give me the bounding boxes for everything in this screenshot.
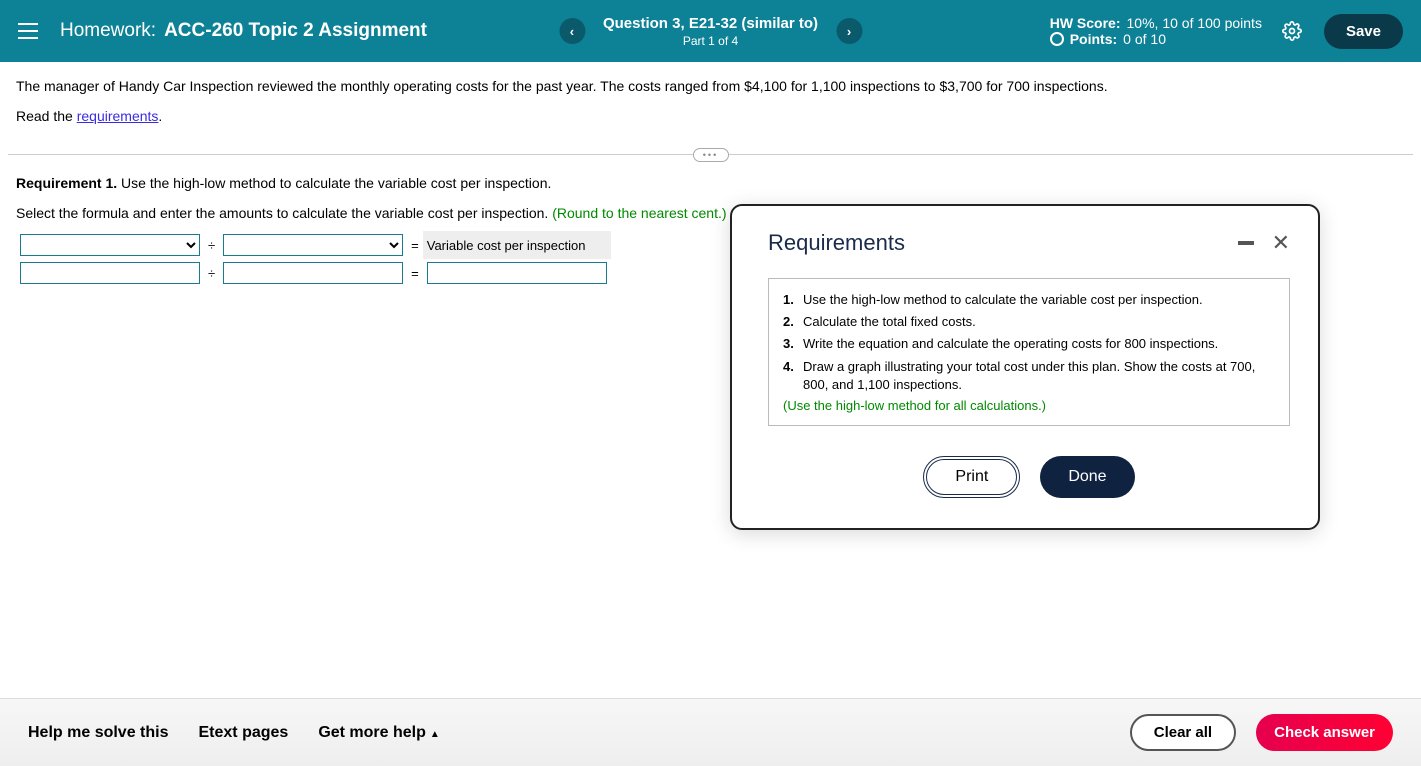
hw-score-label: HW Score:	[1050, 15, 1121, 31]
close-icon[interactable]: ✕	[1272, 230, 1290, 256]
divider-handle-icon[interactable]: •••	[693, 148, 729, 162]
divide-symbol: ÷	[204, 231, 219, 259]
formula-input-2[interactable]	[223, 262, 403, 284]
caret-up-icon: ▲	[430, 729, 440, 740]
points-label: Points:	[1070, 31, 1117, 47]
divider: •••	[8, 154, 1413, 155]
homework-label: Homework:	[60, 20, 156, 42]
modal-header: Requirements ✕	[768, 230, 1290, 256]
points-value: 0 of 10	[1123, 31, 1166, 47]
result-label: Variable cost per inspection	[423, 231, 611, 259]
equals-symbol-2: =	[407, 259, 423, 287]
next-question-button[interactable]: ›	[836, 18, 862, 44]
formula-select-2[interactable]	[223, 234, 403, 256]
prev-question-button[interactable]: ‹	[559, 18, 585, 44]
requirements-modal: Requirements ✕ 1.Use the high-low method…	[730, 204, 1320, 530]
hw-score-value: 10%, 10 of 100 points	[1127, 15, 1262, 31]
question-part: Part 1 of 4	[603, 34, 818, 48]
clear-all-button[interactable]: Clear all	[1130, 714, 1236, 751]
question-title: Question 3, E21-32 (similar to)	[603, 15, 818, 32]
homework-title: ACC-260 Topic 2 Assignment	[164, 20, 427, 42]
app-header: Homework: ACC-260 Topic 2 Assignment ‹ Q…	[0, 0, 1421, 62]
get-more-help-link[interactable]: Get more help▲	[318, 724, 439, 742]
problem-text: The manager of Handy Car Inspection revi…	[16, 78, 1405, 94]
equals-symbol: =	[407, 231, 423, 259]
round-note: (Round to the nearest cent.)	[552, 205, 726, 221]
read-requirements: Read the requirements.	[16, 108, 1405, 124]
problem-statement: The manager of Handy Car Inspection revi…	[0, 62, 1421, 154]
modal-actions: Print Done	[768, 456, 1290, 498]
requirement-item: 1.Use the high-low method to calculate t…	[783, 291, 1275, 309]
formula-input-1[interactable]	[20, 262, 200, 284]
divide-symbol-2: ÷	[204, 259, 219, 287]
check-answer-button[interactable]: Check answer	[1256, 714, 1393, 751]
print-button[interactable]: Print	[923, 456, 1020, 498]
requirements-box: 1.Use the high-low method to calculate t…	[768, 278, 1290, 426]
menu-icon[interactable]	[18, 19, 42, 43]
etext-pages-link[interactable]: Etext pages	[199, 724, 289, 742]
formula-table: ÷ = Variable cost per inspection ÷ =	[16, 231, 611, 287]
requirement-item: 4.Draw a graph illustrating your total c…	[783, 358, 1275, 394]
requirement-item: 2.Calculate the total fixed costs.	[783, 313, 1275, 331]
question-info: Question 3, E21-32 (similar to) Part 1 o…	[603, 15, 818, 48]
points-circle-icon	[1050, 32, 1064, 46]
done-button[interactable]: Done	[1040, 456, 1134, 498]
formula-result-input[interactable]	[427, 262, 607, 284]
gear-icon[interactable]	[1282, 21, 1302, 41]
requirement-heading: Requirement 1. Use the high-low method t…	[16, 175, 1405, 191]
requirement-item: 3.Write the equation and calculate the o…	[783, 335, 1275, 353]
score-block: HW Score: 10%, 10 of 100 points Points: …	[1050, 15, 1262, 47]
minimize-icon[interactable]	[1238, 241, 1254, 245]
save-button[interactable]: Save	[1324, 14, 1403, 49]
help-solve-link[interactable]: Help me solve this	[28, 724, 169, 742]
requirements-link[interactable]: requirements	[77, 108, 159, 124]
requirements-note: (Use the high-low method for all calcula…	[783, 398, 1275, 413]
formula-select-1[interactable]	[20, 234, 200, 256]
modal-title: Requirements	[768, 230, 905, 256]
question-nav: ‹ Question 3, E21-32 (similar to) Part 1…	[559, 15, 862, 48]
footer-bar: Help me solve this Etext pages Get more …	[0, 698, 1421, 766]
